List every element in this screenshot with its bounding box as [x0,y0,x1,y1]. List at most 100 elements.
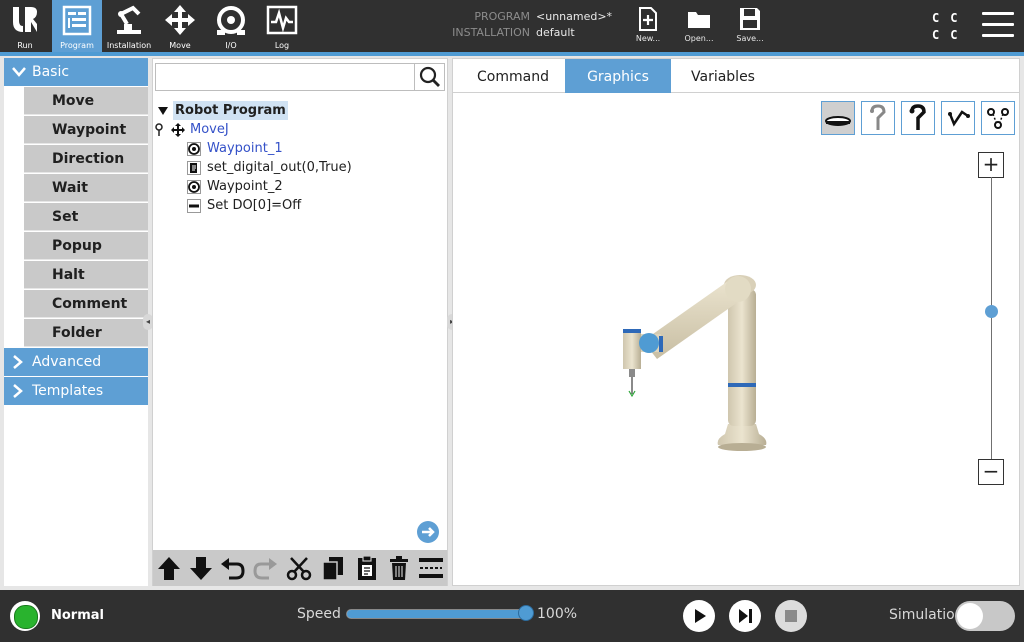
view-side-button[interactable] [861,101,895,135]
arrow-right-icon [422,527,435,537]
redo-button[interactable] [251,554,279,582]
waypoint-icon [187,180,201,194]
save-icon [740,8,760,30]
speed-slider-fill [347,610,529,618]
node-label: Set [52,209,79,225]
tree-row-waypoint-1[interactable]: Waypoint_1 [207,139,283,158]
tree-search-button[interactable] [414,64,444,90]
robot-status: Normal [51,608,104,623]
nav-log-button[interactable]: Log [257,0,307,52]
cc-indicator: CC CC [932,10,964,44]
caret-down-icon[interactable] [156,104,170,118]
suppress-icon [419,558,443,578]
scissors-icon [286,557,312,581]
trash-icon [390,556,408,580]
category-basic[interactable]: Basic [4,58,148,86]
speed-slider-track[interactable] [346,609,530,619]
stop-icon [785,610,797,622]
node-waypoint[interactable]: Waypoint [24,116,148,144]
tab-command[interactable]: Command [461,59,565,93]
cc-indicator-letter: C [950,11,969,25]
clipboard-icon [358,555,376,580]
chevron-right-icon [13,384,23,398]
node-label: Waypoint [52,122,127,138]
status-led[interactable] [10,601,40,631]
waypoint-icon [187,142,201,156]
category-templates[interactable]: Templates [4,377,148,405]
program-node-sidebar: Basic Move Waypoint Direction Wait Set P… [4,58,148,586]
tree-row-movej[interactable]: MoveJ [190,120,229,139]
category-advanced-label: Advanced [32,354,102,370]
step-button[interactable] [729,600,761,632]
view-floor-button[interactable] [821,101,855,135]
robot-3d-view[interactable] [603,259,783,459]
floor-plate-icon [825,116,851,126]
copy-button[interactable] [319,554,347,582]
node-folder[interactable]: Folder [24,319,148,347]
cut-button[interactable] [285,554,313,582]
zoom-in-button[interactable]: + [978,152,1004,178]
open-button[interactable]: Open... [679,6,719,50]
program-info: PROGRAM <unnamed>* INSTALLATION default [446,9,612,41]
zoom-track[interactable] [991,177,992,461]
nav-run-label: Run [17,41,33,50]
go-to-node-button[interactable] [417,521,439,543]
move-up-button[interactable] [155,554,183,582]
breakpoint-pin-icon[interactable] [154,123,168,137]
tab-graphics[interactable]: Graphics [565,59,671,93]
zoom-out-button[interactable]: − [978,459,1004,485]
program-icon [62,5,92,36]
nav-run-button[interactable]: Run [0,0,50,52]
node-comment[interactable]: Comment [24,290,148,318]
nav-move-button[interactable]: Move [155,0,205,52]
speed-slider-handle[interactable] [518,605,534,621]
tree-search-box[interactable] [155,63,445,91]
view-path-button[interactable] [941,101,975,135]
tab-variables[interactable]: Variables [671,59,775,93]
chevron-right-icon [13,355,23,369]
move-down-button[interactable] [187,554,215,582]
view-front-button[interactable] [901,101,935,135]
play-button[interactable] [683,600,715,632]
category-templates-label: Templates [32,383,104,399]
node-set[interactable]: Set [24,203,148,231]
nav-program-button[interactable]: Program [52,0,102,52]
nav-installation-button[interactable]: Installation [104,0,154,52]
robot-side-view-icon [870,104,886,130]
new-button[interactable]: New... [628,6,668,50]
open-label: Open... [684,34,714,43]
zoom-slider-handle[interactable] [985,305,998,318]
move-icon [165,5,195,35]
node-direction[interactable]: Direction [24,145,148,173]
node-label: Move [52,93,95,109]
robot-front-view-icon [909,104,926,130]
top-bar: Run Program Installation Move I/O Log PR… [0,0,1024,52]
installation-label: INSTALLATION [452,26,530,39]
nav-installation-label: Installation [106,41,152,50]
tree-row-set-digital-out[interactable]: set_digital_out(0,True) [207,158,352,177]
suppress-button[interactable] [417,554,445,582]
nav-io-button[interactable]: I/O [206,0,256,52]
simulation-toggle[interactable] [955,601,1015,631]
tree-row-waypoint-2[interactable]: Waypoint_2 [207,177,283,196]
tree-toolbar [153,550,447,586]
node-label: Comment [52,296,128,312]
view-waypoints-button[interactable] [981,101,1015,135]
tree-root-robot-program[interactable]: Robot Program [173,101,288,120]
node-halt[interactable]: Halt [24,261,148,289]
top-bar-accent [0,52,1024,56]
stop-button[interactable] [775,600,807,632]
installation-icon [117,5,141,34]
node-move[interactable]: Move [24,87,148,115]
paste-button[interactable] [353,554,381,582]
set-icon [187,199,201,213]
delete-button[interactable] [385,554,413,582]
undo-button[interactable] [219,554,247,582]
node-popup[interactable]: Popup [24,232,148,260]
save-button[interactable]: Save... [730,6,770,50]
tree-row-set-do[interactable]: Set DO[0]=Off [207,196,301,215]
program-label: PROGRAM [474,10,530,23]
category-advanced[interactable]: Advanced [4,348,148,376]
hamburger-menu-icon[interactable] [982,12,1014,38]
node-wait[interactable]: Wait [24,174,148,202]
